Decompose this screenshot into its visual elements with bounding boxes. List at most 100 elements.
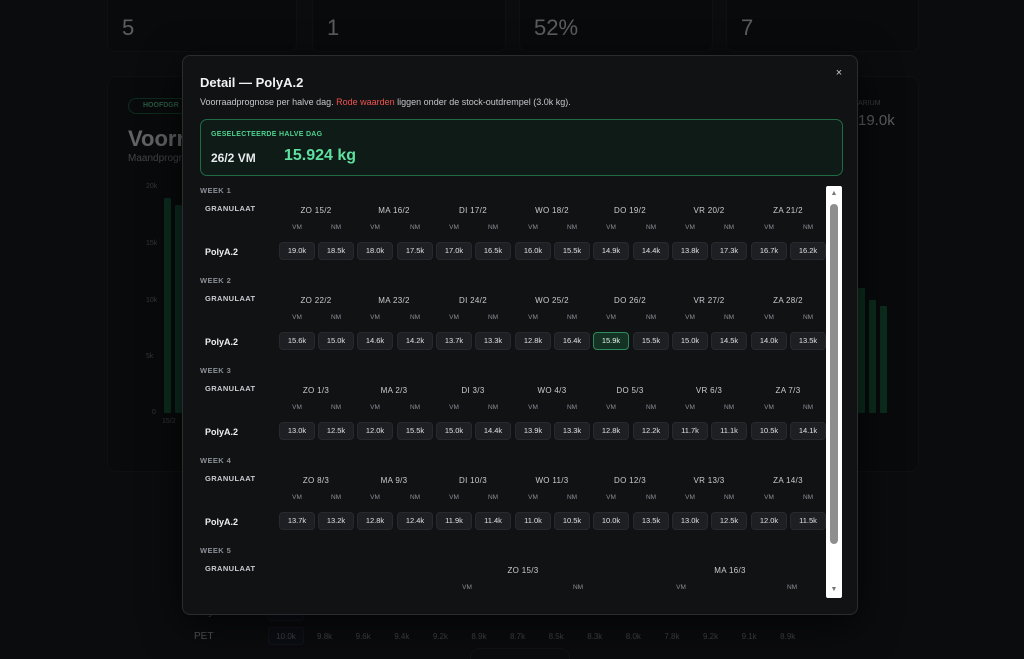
forecast-cell[interactable]: 16.2k: [790, 242, 826, 260]
forecast-cell[interactable]: 13.3k: [554, 422, 590, 440]
half-day-header-vm: VM: [606, 494, 616, 501]
week-label: WEEK 4: [200, 456, 232, 465]
half-day-header-vm: VM: [685, 314, 695, 321]
forecast-cell[interactable]: 11.4k: [475, 512, 511, 530]
forecast-cell[interactable]: 12.8k: [357, 512, 393, 530]
description-text-end: liggen onder de stock-outdrempel (3.0k k…: [394, 97, 571, 107]
forecast-cell[interactable]: 12.5k: [711, 512, 747, 530]
kpi-card: 52%: [519, 0, 713, 52]
half-day-header-vm: VM: [370, 494, 380, 501]
modal-title: Detail — PolyA.2: [200, 75, 304, 90]
forecast-cell[interactable]: 12.0k: [357, 422, 393, 440]
forecast-cell[interactable]: 13.7k: [436, 332, 472, 350]
forecast-cell[interactable]: 13.0k: [672, 512, 708, 530]
forecast-cell[interactable]: 14.4k: [475, 422, 511, 440]
forecast-cell[interactable]: 15.0k: [672, 332, 708, 350]
background-toolbar: [470, 648, 570, 659]
forecast-cell[interactable]: 16.4k: [554, 332, 590, 350]
forecast-cell[interactable]: 15.5k: [554, 242, 590, 260]
forecast-cell[interactable]: 12.4k: [397, 512, 433, 530]
forecast-cell[interactable]: 11.1k: [711, 422, 747, 440]
table-row: PET 10.0k 9.8k 9.6k 9.4k 9.2k 8.9k 8.7k …: [184, 624, 844, 648]
forecast-cell[interactable]: 13.5k: [633, 512, 669, 530]
day-header: DO 5/3: [616, 386, 644, 395]
forecast-cell[interactable]: 13.0k: [279, 422, 315, 440]
half-day-header-vm: VM: [764, 494, 774, 501]
weeks-scroll-area[interactable]: WEEK 1 GRANULAAT ZO 15/2 VM NM MA 16/2 VM NM DI …: [200, 186, 827, 598]
forecast-cell[interactable]: 17.0k: [436, 242, 472, 260]
half-day-header-vm: VM: [528, 404, 538, 411]
forecast-cell[interactable]: 15.5k: [633, 332, 669, 350]
half-day-header-vm: VM: [292, 224, 302, 231]
forecast-cell[interactable]: 18.5k: [318, 242, 354, 260]
forecast-cell[interactable]: 13.8k: [672, 242, 708, 260]
forecast-cell[interactable]: 15.0k: [318, 332, 354, 350]
forecast-cell[interactable]: 14.9k: [593, 242, 629, 260]
forecast-cell[interactable]: 15.6k: [279, 332, 315, 350]
day-header: ZO 8/3: [302, 476, 330, 485]
scrollbar-thumb[interactable]: [830, 204, 838, 544]
day-header: VR 6/3: [695, 386, 723, 395]
forecast-cell[interactable]: 18.0k: [357, 242, 393, 260]
week-label: WEEK 5: [200, 546, 232, 555]
half-day-header-vm: VM: [685, 224, 695, 231]
forecast-cell[interactable]: 12.8k: [515, 332, 551, 350]
product-label: PolyA.2: [205, 427, 239, 437]
half-day-header-vm: VM: [685, 404, 695, 411]
forecast-cell[interactable]: 11.9k: [436, 512, 472, 530]
forecast-cell[interactable]: 19.0k: [279, 242, 315, 260]
forecast-cell[interactable]: 10.5k: [751, 422, 787, 440]
forecast-cell[interactable]: 14.1k: [790, 422, 826, 440]
forecast-cell[interactable]: 12.0k: [751, 512, 787, 530]
description-red-text: Rode waarden: [336, 97, 395, 107]
forecast-cell[interactable]: 12.2k: [633, 422, 669, 440]
week-label: WEEK 3: [200, 366, 232, 375]
detail-modal: Detail — PolyA.2 × Voorraadprognose per …: [182, 55, 858, 615]
close-button[interactable]: ×: [831, 65, 847, 81]
forecast-cell[interactable]: 13.2k: [318, 512, 354, 530]
forecast-cell[interactable]: 16.5k: [475, 242, 511, 260]
forecast-cell[interactable]: 16.0k: [515, 242, 551, 260]
forecast-cell[interactable]: 14.2k: [397, 332, 433, 350]
forecast-cell[interactable]: 13.9k: [515, 422, 551, 440]
forecast-cell[interactable]: 15.9k: [593, 332, 629, 350]
axis-tick: 15/2: [162, 418, 176, 425]
half-day-header-nm: NM: [409, 224, 421, 231]
modal-scrollbar[interactable]: ▲ ▼: [826, 186, 842, 598]
axis-tick: 0: [152, 409, 156, 416]
week-block: WEEK 4 GRANULAAT ZO 8/3 VM NM MA 9/3 VM NM DI 10…: [200, 456, 827, 542]
forecast-cell[interactable]: 16.7k: [751, 242, 787, 260]
forecast-cell[interactable]: 17.5k: [397, 242, 433, 260]
forecast-cell[interactable]: 15.5k: [397, 422, 433, 440]
forecast-cell[interactable]: 17.3k: [711, 242, 747, 260]
half-day-header-vm: VM: [462, 584, 472, 591]
forecast-cell[interactable]: 14.0k: [751, 332, 787, 350]
half-day-header-vm: VM: [370, 404, 380, 411]
forecast-cell[interactable]: 14.5k: [711, 332, 747, 350]
table-cell: 8.0k: [625, 631, 641, 641]
forecast-cell[interactable]: 13.3k: [475, 332, 511, 350]
half-day-header-nm: NM: [409, 494, 421, 501]
day-header: DI 3/3: [461, 386, 485, 395]
forecast-cell[interactable]: 14.4k: [633, 242, 669, 260]
selected-label: GESELECTEERDE HALVE DAG: [211, 131, 323, 138]
week-block: WEEK 3 GRANULAAT ZO 1/3 VM NM MA 2/3 VM NM DI 3/…: [200, 366, 827, 452]
selected-value: 15.924 kg: [284, 147, 357, 164]
forecast-cell[interactable]: 11.5k: [790, 512, 826, 530]
description-text: Voorraadprognose per halve dag.: [200, 97, 337, 107]
forecast-cell[interactable]: 13.7k: [279, 512, 315, 530]
forecast-cell[interactable]: 15.0k: [436, 422, 472, 440]
forecast-cell[interactable]: 12.5k: [318, 422, 354, 440]
forecast-cell[interactable]: 10.0k: [593, 512, 629, 530]
panel-badge: HOOFDGR: [128, 98, 188, 114]
scroll-down-arrow-icon[interactable]: ▼: [826, 584, 842, 596]
forecast-cell[interactable]: 11.7k: [672, 422, 708, 440]
forecast-cell[interactable]: 14.6k: [357, 332, 393, 350]
forecast-cell[interactable]: 12.8k: [593, 422, 629, 440]
day-header: ZO 15/3: [507, 566, 539, 575]
kpi-value: 52%: [534, 15, 579, 40]
forecast-cell[interactable]: 13.5k: [790, 332, 826, 350]
scroll-up-arrow-icon[interactable]: ▲: [826, 188, 842, 200]
forecast-cell[interactable]: 11.0k: [515, 512, 551, 530]
forecast-cell[interactable]: 10.5k: [554, 512, 590, 530]
